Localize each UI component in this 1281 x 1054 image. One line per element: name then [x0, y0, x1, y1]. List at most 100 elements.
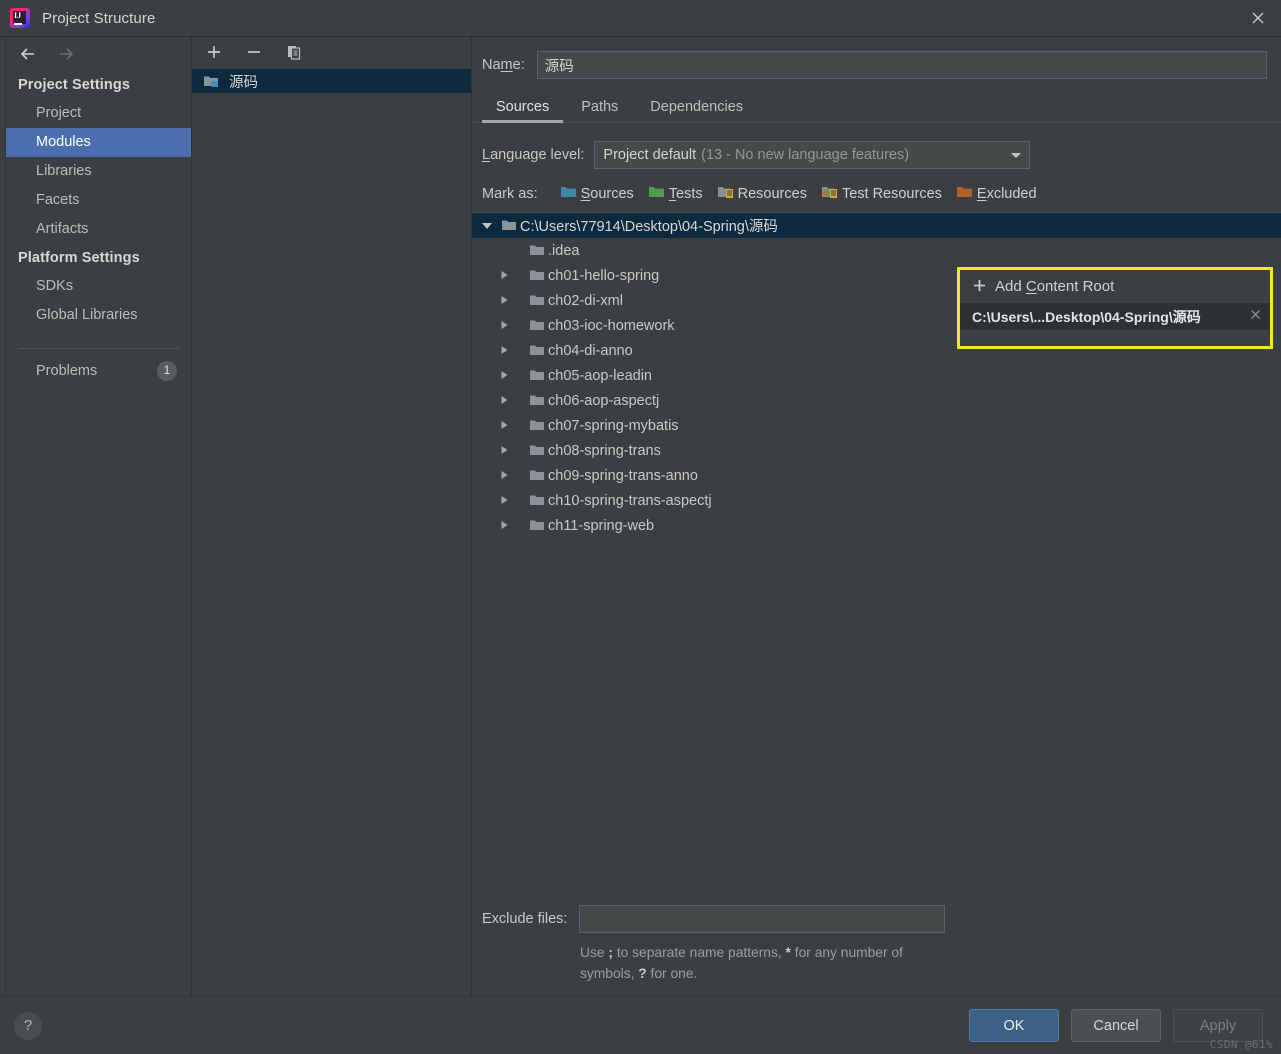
exclude-files-hint: Use ; to separate name patterns, * for a… — [580, 942, 960, 984]
exclude-files-input[interactable] — [579, 905, 946, 933]
chevron-right-icon[interactable] — [498, 418, 526, 434]
language-level-value: Project default — [603, 147, 697, 163]
chevron-right-icon[interactable] — [498, 443, 526, 459]
tree-row[interactable]: ch07-spring-mybatis — [472, 413, 1281, 438]
chevron-right-icon[interactable] — [498, 343, 526, 359]
copy-icon[interactable] — [284, 42, 304, 62]
title-bar: IJ Project Structure — [0, 0, 1281, 36]
chevron-right-icon[interactable] — [498, 393, 526, 409]
mark-as-excluded-label: Excluded — [976, 186, 1037, 202]
folder-icon — [526, 469, 548, 482]
folder-icon — [526, 494, 548, 507]
mark-as-label: Mark as: — [482, 186, 538, 202]
name-row: Name: 源码 — [472, 37, 1281, 79]
sidebar-item-libraries[interactable]: Libraries — [6, 157, 191, 186]
folder-icon — [526, 519, 548, 532]
mark-as-excluded-button[interactable]: Excluded — [956, 185, 1037, 203]
language-level-row: Language level: Project default (13 - No… — [472, 123, 1281, 169]
plus-icon[interactable] — [204, 42, 224, 62]
tree-row-label: ch01-hello-spring — [548, 267, 660, 284]
sidebar-item-problems[interactable]: Problems 1 — [6, 349, 191, 383]
sidebar-item-artifacts[interactable]: Artifacts — [6, 215, 191, 244]
folder-icon — [526, 244, 548, 257]
tree-row-label: .idea — [548, 242, 580, 259]
tree-row-label: ch09-spring-trans-anno — [548, 467, 698, 484]
cancel-button[interactable]: Cancel — [1071, 1009, 1161, 1042]
module-detail-panel: Name: 源码 Sources Paths Dependencies Lang… — [472, 37, 1281, 996]
sources-folder-icon — [560, 185, 577, 203]
tab-paths[interactable]: Paths — [567, 95, 632, 122]
add-content-root-popup: Add Content Root C:\Users\...Desktop\04-… — [957, 267, 1273, 349]
chevron-right-icon[interactable] — [498, 468, 526, 484]
folder-icon — [526, 294, 548, 307]
tree-row[interactable]: ch09-spring-trans-anno — [472, 463, 1281, 488]
settings-sidebar: Project Settings Project Modules Librari… — [6, 37, 192, 996]
problems-count-badge: 1 — [157, 361, 177, 381]
window-title: Project Structure — [42, 9, 156, 27]
mark-as-sources-button[interactable]: Sources — [560, 185, 634, 203]
detail-tabs: Sources Paths Dependencies — [472, 79, 1281, 123]
chevron-down-icon[interactable] — [476, 221, 498, 231]
close-icon[interactable] — [1249, 308, 1262, 326]
sidebar-item-facets[interactable]: Facets — [6, 186, 191, 215]
folder-icon — [526, 394, 548, 407]
sidebar-item-project[interactable]: Project — [6, 99, 191, 128]
tab-dependencies[interactable]: Dependencies — [636, 95, 757, 122]
mark-as-sources-label: Sources — [580, 186, 634, 202]
intellij-idea-logo-icon: IJ — [10, 8, 30, 28]
chevron-right-icon[interactable] — [498, 318, 526, 334]
minus-icon[interactable] — [244, 42, 264, 62]
modules-toolbar — [192, 37, 471, 67]
tree-row[interactable]: ch10-spring-trans-aspectj — [472, 488, 1281, 513]
tree-row-label: ch08-spring-trans — [548, 442, 661, 459]
module-folder-icon — [200, 74, 222, 88]
chevron-right-icon[interactable] — [498, 518, 526, 534]
tab-sources[interactable]: Sources — [482, 95, 564, 123]
tree-row-root[interactable]: C:\Users\77914\Desktop\04-Spring\源码 — [472, 213, 1281, 238]
mark-as-row: Mark as: Sources Tests Resources Test Re… — [472, 169, 1281, 203]
hint-prefix: Use — [580, 945, 609, 960]
tests-folder-icon — [648, 185, 665, 203]
tree-row[interactable]: ch08-spring-trans — [472, 438, 1281, 463]
mark-as-test-resources-label: Test Resources — [841, 186, 942, 202]
language-level-select[interactable]: Project default (13 - No new language fe… — [594, 141, 1031, 169]
arrow-left-icon[interactable] — [18, 46, 38, 62]
navigation-arrows — [6, 37, 191, 71]
content-root-entry[interactable]: C:\Users\...Desktop\04-Spring\源码 — [960, 303, 1270, 330]
dialog-footer: ? OK Cancel Apply CSDN @61% — [0, 996, 1281, 1054]
chevron-right-icon[interactable] — [498, 368, 526, 384]
ok-button[interactable]: OK — [969, 1009, 1059, 1042]
name-label: Name: — [482, 57, 525, 73]
sidebar-item-modules[interactable]: Modules — [6, 128, 191, 157]
mark-as-test-resources-button[interactable]: Test Resources — [821, 185, 942, 203]
sidebar-section-platform-settings: Platform Settings — [18, 250, 140, 266]
excluded-folder-icon — [956, 185, 973, 203]
tree-row[interactable]: .idea — [472, 238, 1281, 263]
folder-icon — [526, 319, 548, 332]
sidebar-item-sdks[interactable]: SDKs — [6, 272, 191, 301]
tree-row[interactable]: ch05-aop-leadin — [472, 363, 1281, 388]
tree-row[interactable]: ch06-aop-aspectj — [472, 388, 1281, 413]
sidebar-item-global-libraries[interactable]: Global Libraries — [6, 301, 191, 330]
add-content-root-button[interactable]: Add Content Root — [960, 270, 1270, 303]
watermark: CSDN @61% — [1209, 1038, 1273, 1051]
close-icon[interactable] — [1235, 0, 1281, 36]
mark-as-tests-button[interactable]: Tests — [648, 185, 703, 203]
language-level-detail: (13 - No new language features) — [701, 147, 910, 163]
chevron-right-icon[interactable] — [498, 493, 526, 509]
exclude-files-block: Exclude files: Use ; to separate name pa… — [472, 905, 1281, 996]
tree-row-label: ch06-aop-aspectj — [548, 392, 660, 409]
module-name-input[interactable]: 源码 — [536, 51, 1267, 79]
arrow-right-icon[interactable] — [56, 46, 76, 62]
hint-mid: to separate name patterns, — [612, 945, 786, 960]
chevron-right-icon[interactable] — [498, 293, 526, 309]
test-resources-folder-icon — [821, 185, 838, 203]
tree-row-label: ch10-spring-trans-aspectj — [548, 492, 712, 509]
chevron-right-icon[interactable] — [498, 268, 526, 284]
help-icon[interactable]: ? — [14, 1011, 42, 1040]
module-list-item[interactable]: 源码 — [192, 69, 471, 93]
exclude-files-label: Exclude files: — [482, 911, 568, 927]
tree-row[interactable]: ch11-spring-web — [472, 513, 1281, 538]
mark-as-resources-button[interactable]: Resources — [717, 185, 807, 203]
content-root-entry-path: C:\Users\...Desktop\04-Spring\源码 — [972, 308, 1201, 325]
